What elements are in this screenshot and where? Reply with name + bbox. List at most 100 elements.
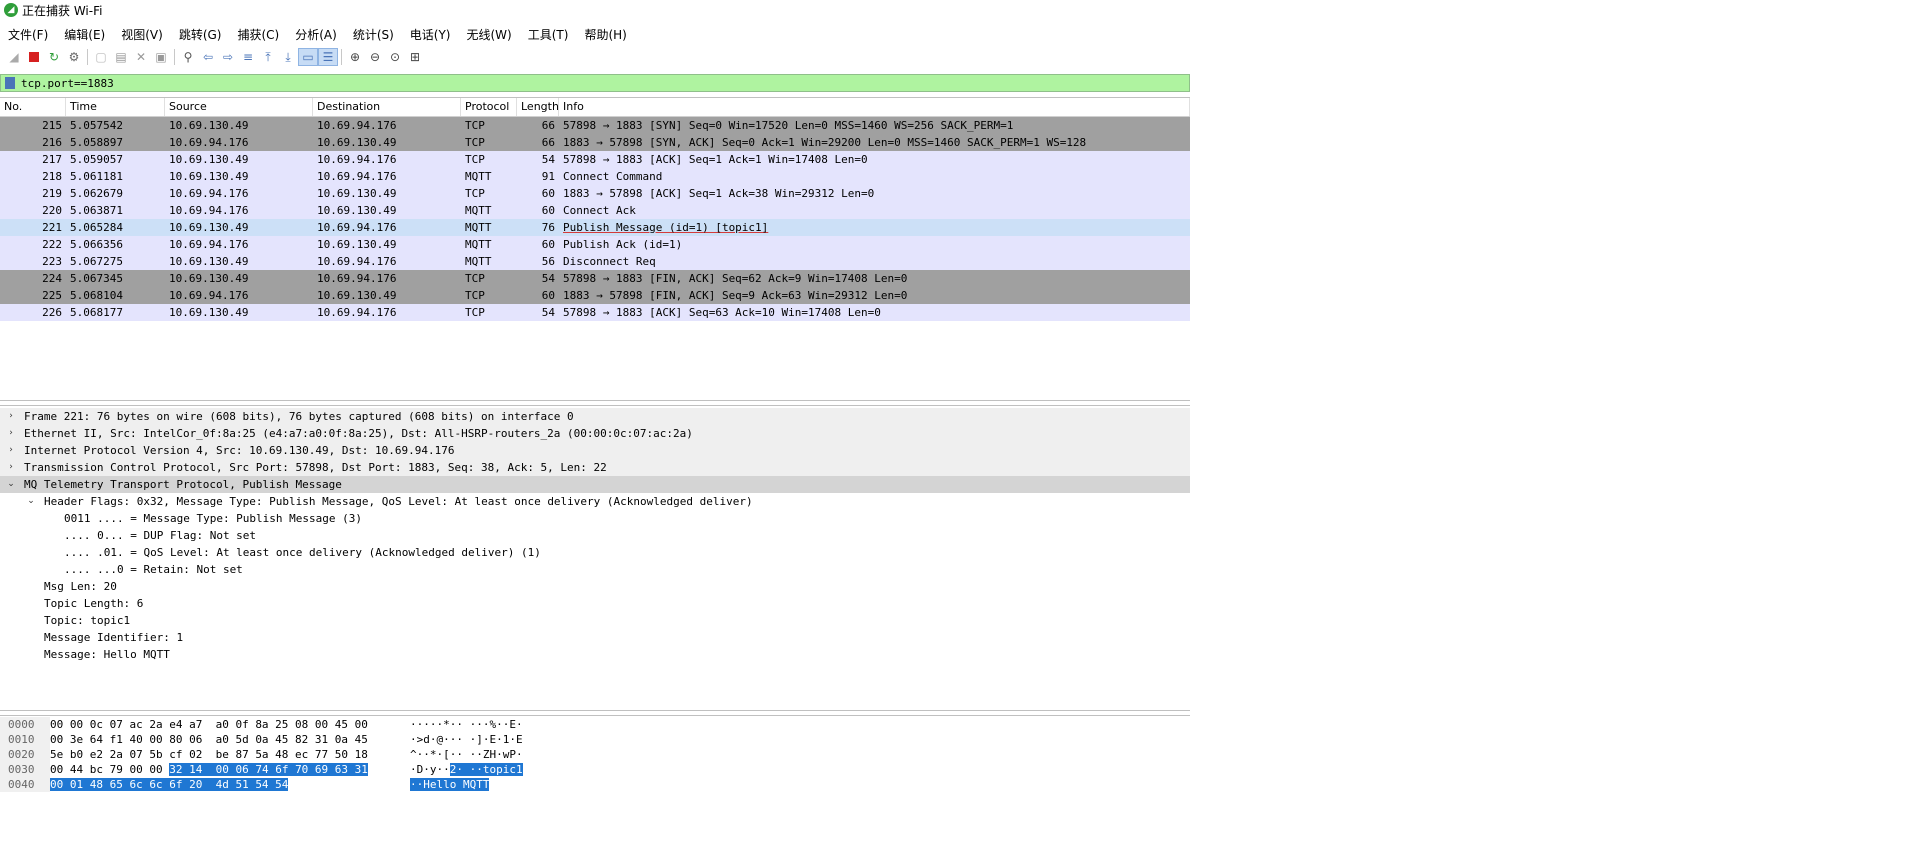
- tree-item-field[interactable]: Topic: topic1: [0, 612, 1190, 629]
- toolbar-separator: [87, 49, 88, 65]
- hex-ascii[interactable]: ··Hello MQTT: [410, 777, 610, 792]
- hex-ascii[interactable]: ^··*·[·· ··ZH·wP·: [410, 747, 610, 762]
- menu-wireless[interactable]: 无线(W): [459, 26, 520, 43]
- tree-item-frame[interactable]: › Frame 221: 76 bytes on wire (608 bits),…: [0, 408, 1190, 425]
- go-last-icon[interactable]: ⤓: [278, 48, 298, 66]
- zoom-in-icon[interactable]: ⊕: [345, 48, 365, 66]
- resize-columns-icon[interactable]: ⊞: [405, 48, 425, 66]
- hex-ascii[interactable]: ·····*·· ···%··E·: [410, 717, 610, 732]
- col-destination[interactable]: Destination: [313, 98, 461, 116]
- reload-file-icon[interactable]: ▣: [151, 48, 171, 66]
- chevron-right-icon[interactable]: ›: [6, 408, 16, 425]
- chevron-right-icon[interactable]: ›: [6, 442, 16, 459]
- col-no[interactable]: No.: [0, 98, 66, 116]
- menu-go[interactable]: 跳转(G): [171, 26, 230, 43]
- packet-row[interactable]: 225 5.068104 10.69.94.176 10.69.130.49 TCP 60…: [0, 287, 1190, 304]
- menu-telephony[interactable]: 电话(Y): [402, 26, 459, 43]
- packet-row[interactable]: 216 5.058897 10.69.94.176 10.69.130.49 TCP 66…: [0, 134, 1190, 151]
- hex-ascii[interactable]: ·D·y··2· ··topic1: [410, 762, 610, 777]
- packet-details: › Frame 221: 76 bytes on wire (608 bits),…: [0, 408, 1190, 708]
- toolbar-separator: [341, 49, 342, 65]
- packet-row[interactable]: 226 5.068177 10.69.130.49 10.69.94.176 TCP 54…: [0, 304, 1190, 321]
- pane-splitter[interactable]: [0, 710, 1190, 716]
- title-bar: ◢ 正在捕获 Wi-Fi: [0, 0, 1190, 20]
- tree-item-flag-bit[interactable]: .... .01. = QoS Level: At least once del…: [0, 544, 1190, 561]
- tree-item-field[interactable]: Msg Len: 20: [0, 578, 1190, 595]
- menu-statistics[interactable]: 统计(S): [345, 26, 402, 43]
- wireshark-window: ◢ 正在捕获 Wi-Fi 文件(F) 编辑(E) 视图(V) 跳转(G) 捕获(…: [0, 0, 1190, 864]
- open-file-icon[interactable]: ▢: [91, 48, 111, 66]
- bookmark-icon[interactable]: [5, 77, 15, 89]
- tree-item-mqtt[interactable]: ⌄ MQ Telemetry Transport Protocol, Publis…: [0, 476, 1190, 493]
- hex-bytes[interactable]: 00 44 bc 79 00 00 32 14 00 06 74 6f 70 6…: [50, 762, 410, 777]
- display-filter-bar: [0, 74, 1190, 92]
- hex-ascii[interactable]: ·>d·@··· ·]·E·1·E: [410, 732, 610, 747]
- autoscroll-icon[interactable]: ▭: [298, 48, 318, 66]
- tree-item-header-flags[interactable]: ⌄ Header Flags: 0x32, Message Type: Publi…: [0, 493, 1190, 510]
- chevron-right-icon[interactable]: ›: [6, 425, 16, 442]
- menu-view[interactable]: 视图(V): [113, 26, 171, 43]
- go-forward-icon[interactable]: ⇨: [218, 48, 238, 66]
- menu-file[interactable]: 文件(F): [0, 26, 56, 43]
- menu-bar: 文件(F) 编辑(E) 视图(V) 跳转(G) 捕获(C) 分析(A) 统计(S…: [0, 24, 635, 44]
- packet-row[interactable]: 218 5.061181 10.69.130.49 10.69.94.176 MQTT 9…: [0, 168, 1190, 185]
- save-file-icon[interactable]: ▤: [111, 48, 131, 66]
- chevron-right-icon[interactable]: ›: [6, 459, 16, 476]
- packet-row[interactable]: 217 5.059057 10.69.130.49 10.69.94.176 TCP 54…: [0, 151, 1190, 168]
- hex-line: 0000 00 00 0c 07 ac 2a e4 a7 a0 0f 8a 25…: [0, 717, 1190, 732]
- stop-capture-icon[interactable]: [24, 48, 44, 66]
- restart-capture-icon[interactable]: ↻: [44, 48, 64, 66]
- packet-row[interactable]: 219 5.062679 10.69.94.176 10.69.130.49 TCP 60…: [0, 185, 1190, 202]
- menu-edit[interactable]: 编辑(E): [56, 26, 113, 43]
- chevron-down-icon[interactable]: ⌄: [26, 493, 36, 510]
- hex-bytes[interactable]: 00 01 48 65 6c 6c 6f 20 4d 51 54 54: [50, 777, 410, 792]
- hex-bytes[interactable]: 00 00 0c 07 ac 2a e4 a7 a0 0f 8a 25 08 0…: [50, 717, 410, 732]
- find-packet-icon[interactable]: ⚲: [178, 48, 198, 66]
- zoom-normal-icon[interactable]: ⊙: [385, 48, 405, 66]
- hex-bytes[interactable]: 00 3e 64 f1 40 00 80 06 a0 5d 0a 45 82 3…: [50, 732, 410, 747]
- packet-row[interactable]: 222 5.066356 10.69.94.176 10.69.130.49 MQTT 6…: [0, 236, 1190, 253]
- col-time[interactable]: Time: [66, 98, 165, 116]
- packet-row[interactable]: 223 5.067275 10.69.130.49 10.69.94.176 MQTT 5…: [0, 253, 1190, 270]
- packet-bytes: 0000 00 00 0c 07 ac 2a e4 a7 a0 0f 8a 25…: [0, 717, 1190, 812]
- toolbar-separator: [174, 49, 175, 65]
- tree-item-flag-bit[interactable]: .... 0... = DUP Flag: Not set: [0, 527, 1190, 544]
- chevron-down-icon[interactable]: ⌄: [6, 476, 16, 493]
- tree-item-field[interactable]: Topic Length: 6: [0, 595, 1190, 612]
- menu-tools[interactable]: 工具(T): [520, 26, 577, 43]
- tree-item-ip[interactable]: › Internet Protocol Version 4, Src: 10.69…: [0, 442, 1190, 459]
- zoom-out-icon[interactable]: ⊖: [365, 48, 385, 66]
- go-first-icon[interactable]: ⤒: [258, 48, 278, 66]
- tree-item-flag-bit[interactable]: .... ...0 = Retain: Not set: [0, 561, 1190, 578]
- menu-capture[interactable]: 捕获(C): [229, 26, 287, 43]
- tree-item-flag-bit[interactable]: 0011 .... = Message Type: Publish Messag…: [0, 510, 1190, 527]
- menu-analyze[interactable]: 分析(A): [287, 26, 345, 43]
- tree-item-field[interactable]: Message: Hello MQTT: [0, 646, 1190, 663]
- hex-line: 0010 00 3e 64 f1 40 00 80 06 a0 5d 0a 45…: [0, 732, 1190, 747]
- packet-row[interactable]: 215 5.057542 10.69.130.49 10.69.94.176 TCP 66…: [0, 117, 1190, 134]
- packet-row[interactable]: 220 5.063871 10.69.94.176 10.69.130.49 MQTT 6…: [0, 202, 1190, 219]
- go-back-icon[interactable]: ⇦: [198, 48, 218, 66]
- packet-list-header: No. Time Source Destination Protocol Len…: [0, 98, 1190, 117]
- col-protocol[interactable]: Protocol: [461, 98, 517, 116]
- display-filter-input[interactable]: [21, 76, 1121, 90]
- hex-line: 0030 00 44 bc 79 00 00 32 14 00 06 74 6f…: [0, 762, 1190, 777]
- tree-item-ethernet[interactable]: › Ethernet II, Src: IntelCor_0f:8a:25 (e4…: [0, 425, 1190, 442]
- tree-item-tcp[interactable]: › Transmission Control Protocol, Src Port…: [0, 459, 1190, 476]
- tree-item-field[interactable]: Message Identifier: 1: [0, 629, 1190, 646]
- pane-splitter[interactable]: [0, 400, 1190, 406]
- main-toolbar: ◢ ↻ ⚙ ▢ ▤ ✕ ▣ ⚲ ⇦ ⇨ ≡ ⤒ ⤓ ▭ ☰ ⊕ ⊖ ⊙ ⊞: [0, 46, 1190, 68]
- col-info[interactable]: Info: [559, 98, 1190, 116]
- close-file-icon[interactable]: ✕: [131, 48, 151, 66]
- colorize-icon[interactable]: ☰: [318, 48, 338, 66]
- col-length[interactable]: Length: [517, 98, 559, 116]
- go-to-packet-icon[interactable]: ≡: [238, 48, 258, 66]
- packet-row[interactable]: 224 5.067345 10.69.130.49 10.69.94.176 TCP 54…: [0, 270, 1190, 287]
- wireshark-logo-icon: ◢: [4, 3, 18, 17]
- col-source[interactable]: Source: [165, 98, 313, 116]
- capture-options-icon[interactable]: ⚙: [64, 48, 84, 66]
- hex-bytes[interactable]: 5e b0 e2 2a 07 5b cf 02 be 87 5a 48 ec 7…: [50, 747, 410, 762]
- menu-help[interactable]: 帮助(H): [576, 26, 634, 43]
- start-capture-icon[interactable]: ◢: [4, 48, 24, 66]
- packet-row-selected[interactable]: 221 5.065284 10.69.130.49 10.69.94.176 MQTT 7…: [0, 219, 1190, 236]
